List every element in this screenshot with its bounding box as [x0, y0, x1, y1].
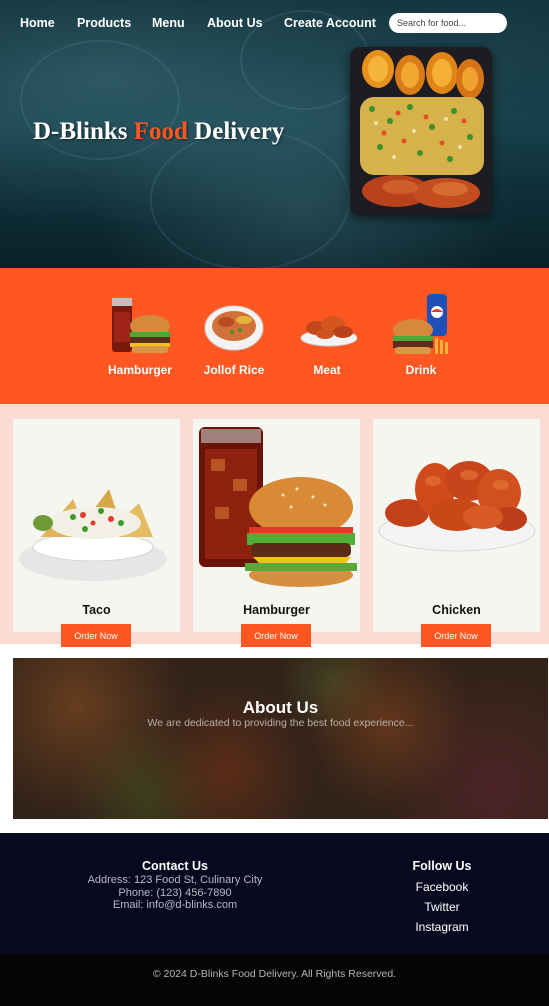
about-text: We are dedicated to providing the best f…	[147, 717, 414, 729]
contact-email: Email: info@d-blinks.com	[112, 899, 238, 912]
about-title: About Us	[242, 698, 319, 717]
contact-address: Address: 123 Food St, Culinary City	[87, 874, 263, 886]
hero-jollof-plate-image	[350, 47, 492, 215]
order-now-button[interactable]: Order Now	[61, 624, 131, 647]
footer: Contact Us Address: 123 Food St, Culinar…	[0, 833, 549, 954]
category-hamburger[interactable]: Hamburger	[100, 292, 180, 382]
contact-block: Contact Us Address: 123 Food St, Culinar…	[60, 859, 290, 912]
follow-block: Follow Us Facebook Twitter Instagram	[392, 859, 492, 937]
category-label: Drink	[405, 363, 437, 377]
hero-title: D-Blinks Food Delivery	[33, 118, 284, 146]
category-meat[interactable]: Meat	[287, 292, 367, 382]
category-label: Meat	[313, 363, 341, 377]
search-input[interactable]	[389, 13, 507, 33]
product-card-taco: Taco Order Now	[13, 419, 180, 647]
category-jollof-rice[interactable]: Jollof Rice	[194, 292, 274, 382]
products-section: Taco Order Now Hamburger Order Now Chick…	[0, 404, 549, 647]
hero-section: Home Products Menu About Us Create Accou…	[0, 0, 549, 268]
nav-menu-link[interactable]: Menu	[152, 16, 185, 30]
product-card-chicken: Chicken Order Now	[373, 419, 540, 647]
contact-phone: Phone: (123) 456-7890	[118, 886, 232, 899]
contact-title: Contact Us	[142, 859, 208, 873]
nav-products-link[interactable]: Products	[77, 16, 131, 30]
about-section: About Us We are dedicated to providing t…	[13, 658, 548, 819]
facebook-link[interactable]: Facebook	[392, 877, 492, 897]
smoke-decoration	[150, 130, 350, 268]
product-title: Chicken	[432, 603, 481, 617]
product-title: Taco	[82, 603, 111, 617]
hero-title-accent: Food	[133, 118, 188, 145]
copyright-bar: © 2024 D-Blinks Food Delivery. All Right…	[0, 954, 549, 1006]
category-drink[interactable]: Drink	[381, 292, 461, 382]
instagram-link[interactable]: Instagram	[392, 917, 492, 937]
taco-image	[19, 489, 167, 581]
product-title: Hamburger	[243, 603, 310, 617]
hero-title-part1: D-Blinks	[33, 118, 134, 145]
chicken-image	[378, 461, 536, 552]
twitter-link[interactable]: Twitter	[392, 897, 492, 917]
follow-title: Follow Us	[412, 859, 472, 873]
hero-title-part2: Delivery	[187, 118, 285, 145]
nav-create-account-link[interactable]: Create Account	[284, 16, 376, 30]
category-label: Hamburger	[107, 363, 172, 377]
nav-about-link[interactable]: About Us	[207, 16, 263, 30]
order-now-button[interactable]: Order Now	[421, 624, 491, 647]
burger-soda-icon	[112, 298, 170, 353]
hamburger-image	[199, 427, 357, 587]
categories-band: Hamburger Jollof Rice Meat Drink	[0, 268, 549, 404]
jollof-rice-icon	[204, 305, 264, 351]
drink-icon	[393, 294, 448, 354]
nav-home-link[interactable]: Home	[20, 16, 55, 30]
meat-icon	[300, 316, 357, 347]
main-nav: Home Products Menu About Us Create Accou…	[0, 0, 549, 46]
category-label: Jollof Rice	[203, 363, 265, 377]
product-card-hamburger: Hamburger Order Now	[193, 419, 360, 647]
order-now-button[interactable]: Order Now	[241, 624, 311, 647]
